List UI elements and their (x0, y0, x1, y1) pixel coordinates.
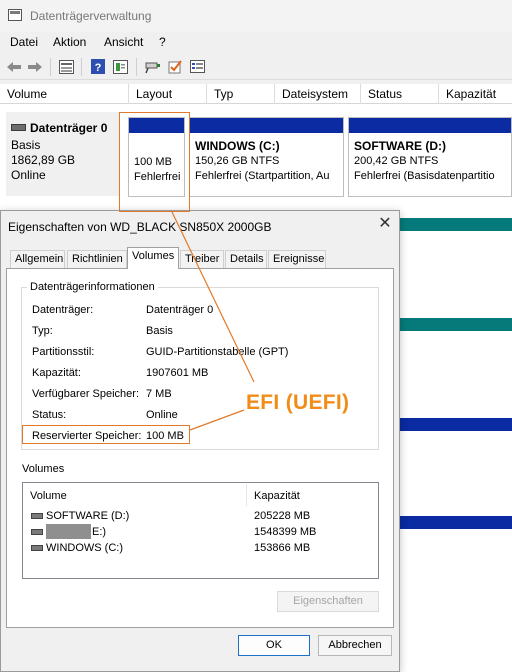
help-icon[interactable]: ? (89, 58, 107, 75)
volume-icon (31, 529, 43, 535)
volume-icon (31, 513, 43, 519)
dialog-title: Eigenschaften von WD_BLACK SN850X 2000GB (8, 220, 272, 234)
property-value: 7 MB (146, 388, 172, 400)
toolbar-separator (81, 58, 82, 76)
column-header-dateisystem[interactable]: Dateisystem (274, 84, 360, 104)
property-label: Partitionsstil: (32, 346, 95, 358)
volumes-column-header-volume[interactable]: Volume (30, 490, 67, 502)
volume-name[interactable]: WINDOWS (C:) (46, 542, 123, 554)
volume-capacity: 153866 MB (254, 542, 311, 554)
partition-strip (398, 418, 512, 431)
settings-list-icon[interactable] (188, 58, 206, 75)
partition-size: 150,26 GB NTFS (195, 155, 280, 167)
partition-title: SOFTWARE (D:) (354, 139, 446, 153)
group-title: Datenträgerinformationen (27, 281, 158, 293)
column-header-volume[interactable]: Volume (0, 84, 128, 104)
disk-management-app-icon (8, 9, 22, 21)
volumes-heading: Volumes (22, 463, 65, 475)
volume-capacity: 205228 MB (254, 510, 311, 522)
connect-icon[interactable] (144, 58, 162, 75)
volumes-column-header-capacity[interactable]: Kapazität (254, 490, 300, 502)
partition-status: Fehlerfrei (Startpartition, Au (195, 170, 330, 182)
disk-type: Basis (11, 138, 41, 152)
property-label: Status: (32, 409, 67, 421)
volume-icon (31, 545, 43, 551)
partition-bar (190, 118, 343, 133)
tab-ereignisse[interactable]: Ereignisse (268, 250, 326, 268)
tab-treiber[interactable]: Treiber (180, 250, 224, 268)
property-value: 1907601 MB (146, 367, 209, 379)
volume-capacity: 1548399 MB (254, 526, 317, 538)
column-header-typ[interactable]: Typ (206, 84, 274, 104)
window-title: Datenträgerverwaltung (30, 9, 152, 23)
disk-size: 1862,89 GB (11, 153, 76, 167)
efi-annotation-label: EFI (UEFI) (246, 391, 350, 414)
property-value: Basis (146, 325, 173, 337)
volume-name[interactable]: E:) (92, 526, 106, 538)
property-value: Online (146, 409, 178, 421)
disk-name: Datenträger 0 (30, 121, 108, 135)
volume-name[interactable]: SOFTWARE (D:) (46, 510, 129, 522)
menu-aktion[interactable]: Aktion (53, 35, 86, 49)
partition-size: 200,42 GB NTFS (354, 155, 439, 167)
tab-allgemein[interactable]: Allgemein (10, 250, 65, 268)
toolbar-separator (50, 58, 51, 76)
property-label: Datenträger: (32, 304, 94, 316)
forward-arrow-icon[interactable] (26, 58, 44, 75)
tab-details[interactable]: Details (225, 250, 267, 268)
partition-status: Fehlerfrei (Basisdatenpartitio (354, 170, 495, 182)
volume-list-icon[interactable] (57, 58, 75, 75)
column-header-status[interactable]: Status (360, 84, 438, 104)
tab-volumes[interactable]: Volumes (127, 247, 179, 269)
partition-software-d[interactable]: SOFTWARE (D:) 200,42 GB NTFS Fehlerfrei … (348, 117, 512, 197)
property-label: Kapazität: (32, 367, 81, 379)
partition-bar (349, 118, 511, 133)
partition-windows-c[interactable]: WINDOWS (C:) 150,26 GB NTFS Fehlerfrei (… (189, 117, 344, 197)
close-icon[interactable]: ✕ (374, 214, 396, 234)
property-value: Datenträger 0 (146, 304, 214, 316)
hard-disk-icon (11, 124, 26, 131)
partition-strip (398, 516, 512, 529)
disk-status: Online (11, 168, 46, 182)
partition-title: WINDOWS (C:) (195, 139, 280, 153)
menu-datei[interactable]: Datei (10, 35, 38, 49)
efi-partition-highlight (119, 112, 190, 212)
reserved-storage-highlight (22, 425, 190, 444)
partition-strip (398, 318, 512, 331)
cancel-button[interactable]: Abbrechen (318, 635, 392, 656)
property-value: GUID-Partitionstabelle (GPT) (146, 346, 289, 358)
column-separator (246, 484, 247, 506)
menu-help[interactable]: ? (159, 35, 166, 49)
check-icon[interactable] (166, 58, 184, 75)
column-header-kapazitaet[interactable]: Kapazität (438, 84, 512, 104)
property-label: Typ: (32, 325, 53, 337)
partition-strip (398, 218, 512, 231)
ok-button[interactable]: OK (238, 635, 310, 656)
back-arrow-icon[interactable] (5, 58, 23, 75)
volume-properties-button[interactable]: Eigenschaften (277, 591, 379, 612)
volume-table-header: Volume Layout Typ Dateisystem Status Kap… (0, 84, 512, 104)
redacted-volume-label (46, 524, 91, 539)
properties-icon[interactable] (111, 58, 129, 75)
menu-bar: Datei Aktion Ansicht ? (0, 32, 512, 52)
column-header-layout[interactable]: Layout (128, 84, 206, 104)
svg-text:?: ? (95, 62, 102, 74)
menu-ansicht[interactable]: Ansicht (104, 35, 143, 49)
tab-richtlinien[interactable]: Richtlinien (67, 250, 127, 268)
toolbar: ? (0, 54, 512, 80)
property-label: Verfügbarer Speicher: (32, 388, 140, 400)
toolbar-separator (136, 58, 137, 76)
